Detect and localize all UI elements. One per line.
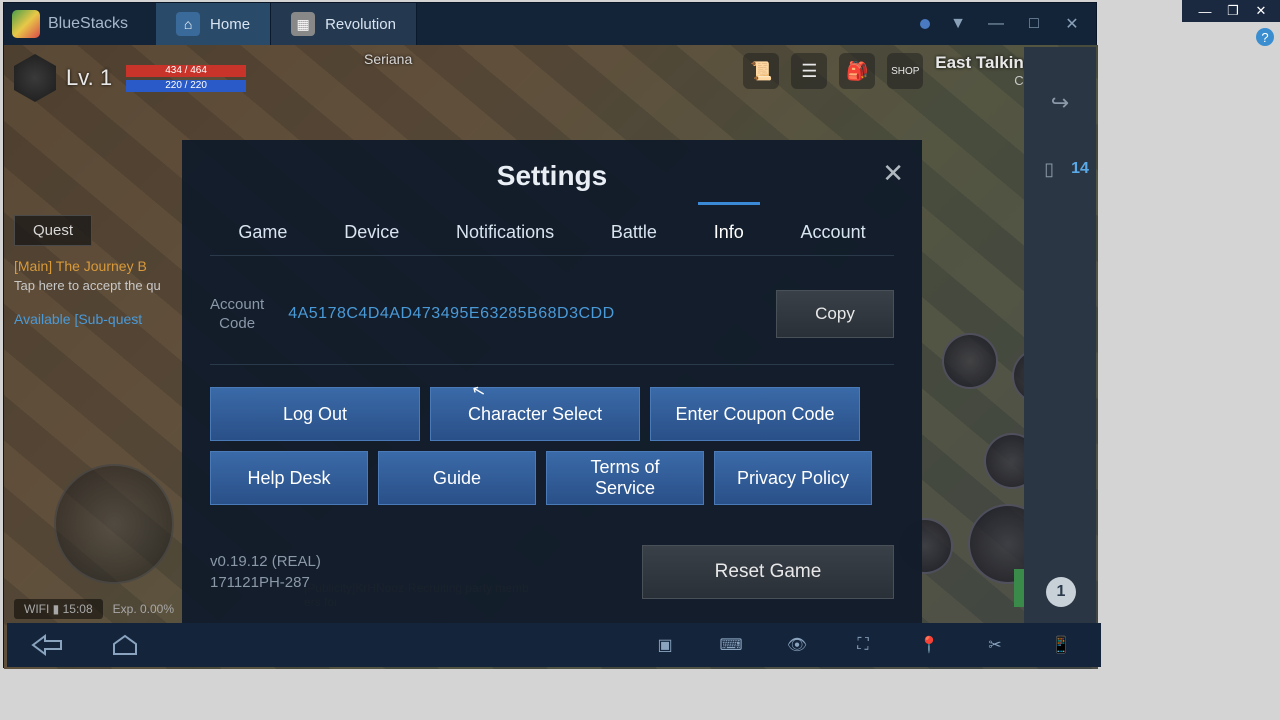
- privacy-button[interactable]: Privacy Policy: [714, 451, 872, 505]
- hp-bar: 434 / 464: [126, 65, 246, 77]
- tab-info[interactable]: Info: [706, 210, 752, 255]
- mp-bar: 220 / 220: [126, 80, 246, 92]
- quest-hint[interactable]: Tap here to accept the qu: [14, 278, 189, 293]
- character-select-button[interactable]: Character Select: [430, 387, 640, 441]
- game-viewport[interactable]: Lv. 1 434 / 464 220 / 220 Seriana 📜 ☰ 🎒 …: [4, 45, 1098, 669]
- action-buttons: Log Out Character Select Enter Coupon Co…: [210, 387, 894, 505]
- outer-window-controls: — ❐ ✕: [1182, 0, 1280, 22]
- version-label: v0.19.12 (REAL) 171121PH-287: [210, 551, 321, 593]
- tab-revolution[interactable]: ▦ Revolution: [271, 3, 417, 45]
- bluestacks-logo-icon: [12, 10, 40, 38]
- help-icon[interactable]: ?: [1256, 28, 1274, 46]
- visibility-icon[interactable]: 👁: [777, 631, 817, 659]
- quest-button[interactable]: Quest: [14, 215, 92, 246]
- tab-account[interactable]: Account: [793, 210, 874, 255]
- exit-icon[interactable]: ↪: [1042, 85, 1078, 121]
- card-icon[interactable]: ▯: [1031, 151, 1067, 187]
- account-code-label: AccountCode: [210, 295, 264, 334]
- bs-close-icon[interactable]: ✕: [1062, 14, 1082, 34]
- quest-main-title[interactable]: [Main] The Journey B: [14, 258, 189, 274]
- player-shield-icon[interactable]: [14, 54, 56, 102]
- modal-footer: v0.19.12 (REAL) 171121PH-287 Reset Game: [210, 545, 894, 599]
- shake-icon[interactable]: 📱: [1041, 631, 1081, 659]
- keyboard-icon[interactable]: ⌨: [711, 631, 751, 659]
- maximize-icon[interactable]: ❐: [1222, 2, 1244, 20]
- bluestacks-title: BlueStacks: [48, 15, 128, 33]
- copy-button[interactable]: Copy: [776, 290, 894, 338]
- location-icon[interactable]: 📍: [909, 631, 949, 659]
- tab-notifications[interactable]: Notifications: [448, 210, 562, 255]
- guide-button[interactable]: Guide: [378, 451, 536, 505]
- notification-badge[interactable]: 1: [1046, 577, 1076, 607]
- bluestacks-controls: ▼ — □ ✕: [920, 14, 1096, 34]
- minimize-icon[interactable]: —: [1194, 2, 1216, 20]
- settings-tabs: Game Device Notifications Battle Info Ac…: [210, 210, 894, 256]
- coupon-button[interactable]: Enter Coupon Code: [650, 387, 860, 441]
- bluestacks-sidebar: ↪ ▯14: [1024, 47, 1096, 627]
- helpdesk-button[interactable]: Help Desk: [210, 451, 368, 505]
- scissors-icon[interactable]: ✂: [975, 631, 1015, 659]
- settings-modal: Settings ✕ Game Device Notifications Bat…: [182, 140, 922, 648]
- home-icon: ⌂: [176, 12, 200, 36]
- hud-bottom: WIFI ▮ 15:08 Exp. 0.00%: [14, 599, 174, 619]
- bs-maximize-icon[interactable]: □: [1024, 14, 1044, 34]
- account-code-value: 4A5178C4D4AD473495E63285B68D3CDD: [288, 305, 752, 323]
- virtual-joystick[interactable]: [54, 464, 174, 584]
- player-level: Lv. 1: [66, 65, 112, 91]
- bluestacks-window: BlueStacks ⌂ Home ▦ Revolution ▼ — □ ✕ L…: [3, 2, 1097, 668]
- tab-game[interactable]: Game: [230, 210, 295, 255]
- tab-home[interactable]: ⌂ Home: [156, 3, 271, 45]
- android-nav-bar: ▣ ⌨ 👁 ⛶ 📍 ✂ 📱: [7, 623, 1101, 667]
- tab-device[interactable]: Device: [336, 210, 407, 255]
- dropdown-icon[interactable]: ▼: [948, 14, 968, 34]
- exp-indicator: Exp. 0.00%: [113, 602, 174, 616]
- quest-panel: Quest [Main] The Journey B Tap here to a…: [14, 215, 189, 327]
- bluestacks-titlebar: BlueStacks ⌂ Home ▦ Revolution ▼ — □ ✕: [4, 3, 1096, 45]
- tab-battle[interactable]: Battle: [603, 210, 665, 255]
- notification-dot-icon[interactable]: [920, 19, 930, 29]
- skill-slot-4[interactable]: [942, 333, 998, 389]
- close-icon[interactable]: ✕: [1250, 2, 1272, 20]
- back-icon[interactable]: [27, 631, 67, 659]
- hud-top: Lv. 1 434 / 464 220 / 220: [14, 53, 1088, 103]
- tos-button[interactable]: Terms ofService: [546, 451, 704, 505]
- settings-title: Settings: [210, 160, 894, 192]
- fullscreen-icon[interactable]: ⛶: [843, 631, 883, 659]
- wifi-indicator: WIFI ▮ 15:08: [14, 599, 103, 619]
- reset-game-button[interactable]: Reset Game: [642, 545, 894, 599]
- close-icon[interactable]: ✕: [882, 158, 904, 189]
- logout-button[interactable]: Log Out: [210, 387, 420, 441]
- card-count: 14: [1071, 160, 1089, 178]
- home-nav-icon[interactable]: [105, 631, 145, 659]
- revolution-icon: ▦: [291, 12, 315, 36]
- bs-minimize-icon[interactable]: —: [986, 14, 1006, 34]
- quest-available[interactable]: Available [Sub-quest: [14, 311, 189, 327]
- account-code-row: AccountCode 4A5178C4D4AD473495E63285B68D…: [210, 278, 894, 365]
- screenshot-icon[interactable]: ▣: [645, 631, 685, 659]
